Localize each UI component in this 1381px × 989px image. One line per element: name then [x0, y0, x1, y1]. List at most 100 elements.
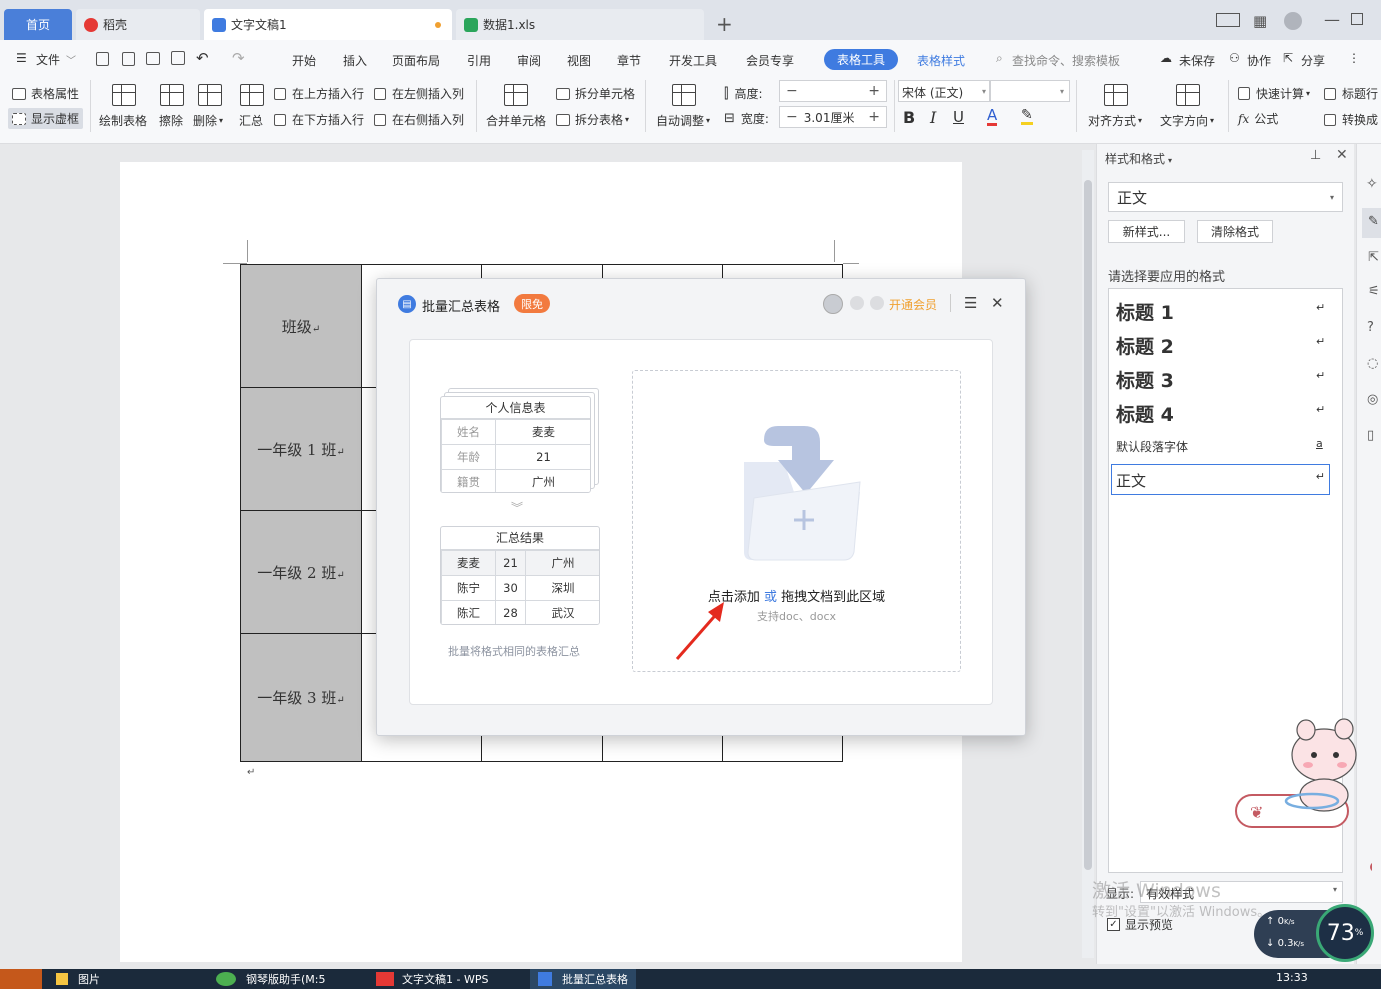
plus-icon[interactable]: + — [868, 83, 880, 99]
new-style-button[interactable]: 新样式... — [1108, 220, 1185, 243]
menu-page-layout[interactable]: 页面布局 — [392, 52, 440, 69]
align-button[interactable]: 对齐方式 ▾ — [1088, 112, 1142, 129]
text-direction-button[interactable]: 文字方向 ▾ — [1160, 112, 1214, 129]
auto-adjust-button[interactable]: 自动调整 ▾ — [656, 112, 710, 129]
delete-button[interactable]: 删除 ▾ — [193, 112, 223, 129]
apps-grid-icon[interactable]: ▦ — [1253, 12, 1267, 30]
hamburger-icon[interactable]: ☰ — [16, 51, 27, 65]
print-preview-icon[interactable] — [171, 51, 185, 65]
quick-calc-button[interactable]: 快速计算 ▾ — [1238, 85, 1310, 102]
table-cell[interactable]: 一年级 1 班↵ — [240, 387, 362, 511]
shapes-icon[interactable]: ◌ — [1367, 356, 1378, 371]
split-cell-button[interactable]: 拆分单元格 — [556, 85, 635, 102]
memory-gauge[interactable]: 73% — [1316, 904, 1374, 962]
height-stepper[interactable]: − + — [779, 80, 887, 102]
menu-view[interactable]: 视图 — [567, 52, 591, 69]
summary-button[interactable]: 汇总 — [239, 112, 263, 129]
menu-references[interactable]: 引用 — [467, 52, 491, 69]
split-table-button[interactable]: 拆分表格 ▾ — [556, 111, 629, 128]
table-cell[interactable]: 班级↵ — [240, 264, 362, 388]
clear-format-button[interactable]: 清除格式 — [1197, 220, 1273, 243]
menu-review[interactable]: 审阅 — [517, 52, 541, 69]
insert-below-button[interactable]: 在下方插入行 — [274, 111, 364, 128]
pin-icon[interactable]: ⊥ — [1310, 148, 1321, 163]
taskbar-item-images[interactable]: 图片 — [56, 971, 100, 987]
help-icon[interactable]: ? — [1367, 320, 1374, 335]
taskbar-item-piano[interactable]: 钢琴版助手(M:5 — [216, 971, 326, 987]
redo-icon[interactable]: ↷ — [232, 49, 245, 67]
style-heading-1[interactable]: 标题 1 — [1116, 298, 1174, 325]
close-icon[interactable]: ✕ — [1336, 147, 1348, 163]
new-tab-button[interactable]: + — [716, 12, 733, 36]
scrollbar-thumb[interactable] — [1084, 180, 1092, 870]
menu-file[interactable]: 文件 — [36, 51, 60, 68]
style-heading-4[interactable]: 标题 4 — [1116, 400, 1174, 427]
menu-insert[interactable]: 插入 — [343, 52, 367, 69]
save-icon[interactable] — [96, 52, 109, 66]
panel-title[interactable]: 样式和格式 ▾ — [1105, 150, 1172, 167]
taskbar-item-batch[interactable]: 批量汇总表格 — [530, 969, 636, 989]
style-normal[interactable]: 正文 ↵ — [1111, 464, 1330, 495]
start-area[interactable] — [0, 969, 42, 989]
width-value[interactable]: 3.01厘米 — [804, 109, 855, 126]
menu-icon[interactable]: ☰ — [964, 294, 977, 312]
table-cell[interactable]: 一年级 2 班↵ — [240, 510, 362, 634]
title-row-button[interactable]: 标题行 — [1324, 85, 1378, 102]
dialog-close-icon[interactable]: ✕ — [991, 294, 1004, 312]
window-layout-icon[interactable] — [1216, 13, 1240, 27]
menu-vip[interactable]: 会员专享 — [746, 52, 794, 69]
font-select[interactable]: 宋体 (正文) ▾ — [898, 80, 990, 102]
open-vip-link[interactable]: 开通会员 — [889, 296, 937, 313]
draw-table-button[interactable]: 绘制表格 — [99, 112, 147, 129]
collab-button[interactable]: 协作 — [1247, 52, 1271, 69]
table-props-button[interactable]: 表格属性 — [12, 85, 79, 102]
width-stepper[interactable]: −3.01厘米 + — [779, 106, 887, 128]
insert-above-button[interactable]: 在上方插入行 — [274, 85, 364, 102]
style-default-font[interactable]: 默认段落字体 — [1116, 438, 1188, 455]
tab-document[interactable]: 文字文稿1 — [204, 9, 452, 40]
book-icon[interactable]: ▯ — [1367, 428, 1374, 443]
command-search[interactable]: 查找命令、搜索模板 — [1012, 52, 1120, 69]
magic-icon[interactable]: ✧ — [1366, 176, 1378, 192]
bold-button[interactable]: B — [903, 108, 915, 127]
highlight-icon[interactable]: ✎ — [1021, 108, 1033, 125]
compass-icon[interactable]: ◎ — [1367, 392, 1378, 407]
tab-daoke[interactable]: 稻壳 — [76, 9, 200, 40]
more-icon[interactable]: ⋮ — [1348, 51, 1360, 65]
clock[interactable]: 13:33 — [1276, 971, 1308, 984]
minus-icon[interactable]: − — [786, 83, 798, 99]
share-button[interactable]: 分享 — [1301, 52, 1325, 69]
user-avatar[interactable] — [823, 294, 843, 314]
avatar[interactable] — [1284, 12, 1302, 30]
formula-button[interactable]: fx 公式 — [1238, 110, 1278, 127]
settings-icon[interactable]: ⚟ — [1368, 284, 1380, 299]
unsaved-status[interactable]: 未保存 — [1179, 52, 1215, 69]
convert-button[interactable]: 转换成 — [1324, 111, 1378, 128]
export-icon[interactable] — [122, 52, 135, 66]
print-icon[interactable] — [146, 52, 160, 65]
plus-icon[interactable]: + — [868, 109, 880, 125]
minimize-icon[interactable]: — — [1324, 10, 1340, 29]
menu-dev-tools[interactable]: 开发工具 — [669, 52, 717, 69]
menu-table-style[interactable]: 表格样式 — [917, 52, 965, 69]
tab-spreadsheet[interactable]: 数据1.xls — [456, 9, 704, 40]
table-cell[interactable]: 一年级 3 班↵ — [240, 633, 362, 762]
minus-icon[interactable]: − — [786, 109, 798, 125]
taskbar-item-wps[interactable]: 文字文稿1 - WPS — [376, 971, 488, 987]
italic-button[interactable]: I — [930, 108, 936, 127]
tab-home[interactable]: 首页 — [4, 9, 72, 40]
merge-cells-button[interactable]: 合并单元格 — [486, 112, 546, 129]
menu-chapter[interactable]: 章节 — [617, 52, 641, 69]
menu-table-tools[interactable]: 表格工具 — [824, 49, 898, 70]
underline-button[interactable]: U — [953, 108, 964, 126]
font-size-select[interactable]: ▾ — [990, 80, 1070, 102]
insert-left-button[interactable]: 在左侧插入列 — [374, 85, 464, 102]
maximize-icon[interactable] — [1351, 13, 1363, 25]
style-heading-3[interactable]: 标题 3 — [1116, 366, 1174, 393]
current-style-select[interactable]: 正文 ▾ — [1108, 182, 1343, 212]
style-heading-2[interactable]: 标题 2 — [1116, 332, 1174, 359]
cursor-icon[interactable]: ⇱ — [1368, 250, 1379, 265]
show-grid-button[interactable]: 显示虚框 — [8, 108, 84, 129]
font-color-button[interactable]: A — [987, 108, 998, 126]
insert-right-button[interactable]: 在右侧插入列 — [374, 111, 464, 128]
